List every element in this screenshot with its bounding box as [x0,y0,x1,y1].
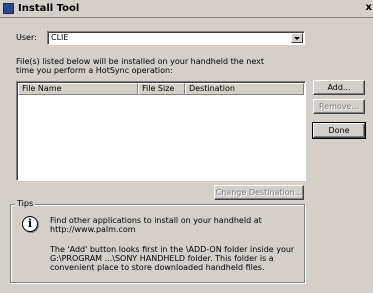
remove-button[interactable]: Remove... [313,99,365,114]
list-header: File Name File Size Destination [18,83,304,95]
done-button[interactable]: Done [312,122,366,139]
user-select[interactable]: CLIE [47,31,305,45]
tip-1-line-2: http://www.palm.com [50,225,136,234]
user-label: User: [16,33,37,42]
tip-2-line-1: The 'Add' button looks first in the \ADD… [50,245,295,254]
window-title: Install Tool [18,3,80,14]
change-destination-button[interactable]: Change Destination... [214,185,304,200]
description-line-1: File(s) listed below will be installed o… [16,57,265,66]
description-line-2: time you perform a HotSync operation: [16,66,173,75]
dropdown-button[interactable] [291,33,303,43]
column-header-destination[interactable]: Destination [185,83,304,95]
user-select-value: CLIE [51,33,69,42]
column-header-file-size[interactable]: File Size [138,83,185,95]
close-icon[interactable]: x [366,2,372,13]
tip-2-line-2: G:\PROGRAM ...\SONY HANDHELD folder. Thi… [50,254,274,263]
chevron-down-icon [294,36,300,40]
tip-1-line-1: Find other applications to install on yo… [50,216,262,225]
add-button[interactable]: Add... [313,80,365,95]
palm-app-icon [3,3,14,14]
title-bar: Install Tool x [0,0,373,18]
file-list[interactable]: File Name File Size Destination [16,81,306,181]
tips-label: Tips [15,199,36,208]
column-header-file-name[interactable]: File Name [18,83,138,95]
tip-2-line-3: convenient place to store downloaded han… [50,263,265,272]
info-icon: i [22,216,38,232]
